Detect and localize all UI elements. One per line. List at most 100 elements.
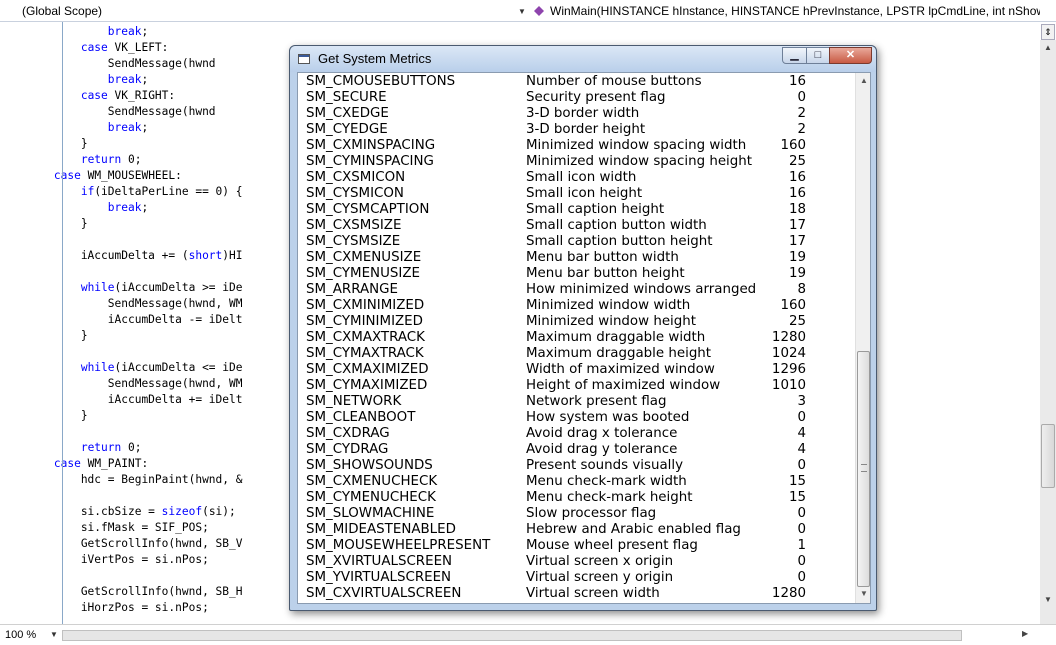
- code-line[interactable]: SendMessage(hwnd: [0, 57, 216, 70]
- code-line[interactable]: case VK_RIGHT:: [0, 89, 175, 102]
- chevron-down-icon[interactable]: ▼: [50, 627, 58, 643]
- maximize-button[interactable]: □: [806, 47, 830, 64]
- metric-description: Network present flag: [526, 394, 667, 409]
- split-view-button[interactable]: ⇕: [1041, 24, 1055, 40]
- metric-name: SM_CYMAXIMIZED: [306, 378, 428, 393]
- code-line[interactable]: return 0;: [0, 153, 142, 166]
- metric-value: 0: [797, 506, 806, 521]
- metric-description: How system was booted: [526, 410, 690, 425]
- system-metrics-window[interactable]: Get System Metrics ▁ □ ✕ SM_CMOUSEBUTTON…: [289, 45, 877, 611]
- code-line[interactable]: SendMessage(hwnd: [0, 105, 216, 118]
- zoom-level: 100 %: [5, 629, 37, 641]
- metric-name: SM_CYMINSPACING: [306, 154, 434, 169]
- metric-row: SM_CYMINIMIZED Minimized window height 25: [298, 314, 854, 330]
- code-line[interactable]: case WM_PAINT:: [0, 457, 148, 470]
- chevron-down-icon[interactable]: ▼: [518, 3, 526, 21]
- metric-name: SM_CXSMICON: [306, 170, 406, 185]
- editor-horizontal-scrollbar[interactable]: ▶: [62, 629, 1040, 642]
- code-line[interactable]: hdc = BeginPaint(hwnd, &: [0, 473, 243, 486]
- code-line[interactable]: case WM_MOUSEWHEEL:: [0, 169, 182, 182]
- code-line[interactable]: iAccumDelta += iDelt: [0, 393, 243, 406]
- code-line[interactable]: case VK_LEFT:: [0, 41, 169, 54]
- metrics-client-area[interactable]: SM_CMOUSEBUTTONS Number of mouse buttons 1…: [297, 72, 871, 604]
- code-line[interactable]: }: [0, 329, 88, 342]
- metric-row: SM_CXSMICON Small icon width 16: [298, 170, 854, 186]
- horizontal-scroll-thumb[interactable]: [62, 630, 962, 641]
- code-line[interactable]: return 0;: [0, 441, 142, 454]
- code-line[interactable]: break;: [0, 201, 148, 214]
- metric-value: 1296: [771, 362, 806, 377]
- metric-description: How minimized windows arranged: [526, 282, 757, 297]
- code-line[interactable]: si.fMask = SIF_POS;: [0, 521, 209, 534]
- metric-name: SM_CXDRAG: [306, 426, 390, 441]
- code-keyword: case: [80, 41, 108, 54]
- metric-value: 18: [788, 202, 806, 217]
- metric-name: SM_SLOWMACHINE: [306, 506, 435, 521]
- application-icon[interactable]: [298, 54, 310, 64]
- code-line[interactable]: }: [0, 217, 88, 230]
- scroll-right-icon[interactable]: ▶: [1022, 629, 1028, 638]
- code-line[interactable]: SendMessage(hwnd, WM: [0, 377, 243, 390]
- metric-row: SM_CXMINIMIZED Minimized window width 160: [298, 298, 854, 314]
- editor-footer: 100 % ▼ ▶: [0, 624, 1056, 645]
- metric-value: 0: [797, 90, 806, 105]
- code-line[interactable]: }: [0, 409, 88, 422]
- code-line[interactable]: iVertPos = si.nPos;: [0, 553, 209, 566]
- minimize-button[interactable]: ▁: [782, 47, 807, 64]
- zoom-dropdown[interactable]: 100 % ▼: [2, 627, 60, 643]
- metric-row: SM_SECURE Security present flag 0: [298, 90, 854, 106]
- metric-row: SM_CXEDGE 3-D border width 2: [298, 106, 854, 122]
- metric-row: SM_MIDEASTENABLED Hebrew and Arabic enabl…: [298, 522, 854, 538]
- metric-name: SM_NETWORK: [306, 394, 402, 409]
- code-line[interactable]: break;: [0, 73, 148, 86]
- method-icon: [534, 6, 544, 16]
- scroll-down-icon[interactable]: ▼: [1040, 592, 1056, 608]
- metric-value: 1280: [771, 330, 806, 345]
- code-line[interactable]: break;: [0, 121, 148, 134]
- metric-description: Number of mouse buttons: [526, 74, 702, 89]
- code-keyword: break: [107, 73, 142, 86]
- scroll-up-icon[interactable]: ▲: [1040, 40, 1056, 56]
- code-line[interactable]: while(iAccumDelta >= iDe: [0, 281, 243, 294]
- close-button[interactable]: ✕: [829, 47, 872, 64]
- scroll-down-icon[interactable]: ▼: [856, 586, 870, 602]
- metric-description: Present sounds visually: [526, 458, 684, 473]
- metric-value: 160: [780, 298, 806, 313]
- metric-row: SM_CYSMICON Small icon height 16: [298, 186, 854, 202]
- code-line[interactable]: GetScrollInfo(hwnd, SB_H: [0, 585, 243, 598]
- window-title-bar[interactable]: Get System Metrics ▁ □ ✕: [290, 46, 876, 72]
- metric-description: Menu bar button width: [526, 250, 679, 265]
- metric-description: Small caption button width: [526, 218, 707, 233]
- editor-vertical-scrollbar[interactable]: ▲ ▼: [1040, 40, 1056, 624]
- code-line[interactable]: while(iAccumDelta <= iDe: [0, 361, 243, 374]
- code-line[interactable]: iAccumDelta += (short)HI: [0, 249, 243, 262]
- metric-name: SM_CMOUSEBUTTONS: [306, 74, 456, 89]
- code-line[interactable]: iHorzPos = si.nPos;: [0, 601, 209, 614]
- code-line[interactable]: }: [0, 137, 88, 150]
- code-line[interactable]: if(iDeltaPerLine == 0) {: [0, 185, 243, 198]
- code-line[interactable]: iAccumDelta -= iDelt: [0, 313, 243, 326]
- function-dropdown[interactable]: WinMain(HINSTANCE hInstance, HINSTANCE h…: [530, 2, 1040, 20]
- scope-dropdown[interactable]: (Global Scope) ▼: [2, 2, 528, 20]
- scroll-up-icon[interactable]: ▲: [856, 73, 870, 89]
- metric-description: Menu check-mark width: [526, 474, 687, 489]
- metrics-vertical-scrollbar[interactable]: ▲ ▼: [855, 73, 870, 603]
- metric-row: SM_CXVIRTUALSCREEN Virtual screen width 12…: [298, 586, 854, 602]
- metric-description: Small caption height: [526, 202, 665, 217]
- metric-value: 0: [797, 410, 806, 425]
- code-line[interactable]: SendMessage(hwnd, WM: [0, 297, 243, 310]
- code-keyword: break: [107, 121, 142, 134]
- metric-value: 17: [788, 234, 806, 249]
- metric-description: Small caption button height: [526, 234, 713, 249]
- code-line[interactable]: si.cbSize = sizeof(si);: [0, 505, 236, 518]
- code-line[interactable]: GetScrollInfo(hwnd, SB_V: [0, 537, 243, 550]
- metric-name: SM_CYSMICON: [306, 186, 404, 201]
- metric-row: SM_CXSMSIZE Small caption button width 17: [298, 218, 854, 234]
- metric-name: SM_CXVIRTUALSCREEN: [306, 586, 462, 601]
- metric-name: SM_YVIRTUALSCREEN: [306, 570, 452, 585]
- metrics-scroll-thumb[interactable]: [857, 351, 870, 587]
- code-text[interactable]: break; case VK_LEFT: SendMessage(hwnd br…: [0, 24, 243, 624]
- editor-scroll-thumb[interactable]: [1041, 424, 1055, 488]
- metric-name: SM_CXMENUCHECK: [306, 474, 438, 489]
- code-line[interactable]: break;: [0, 25, 148, 38]
